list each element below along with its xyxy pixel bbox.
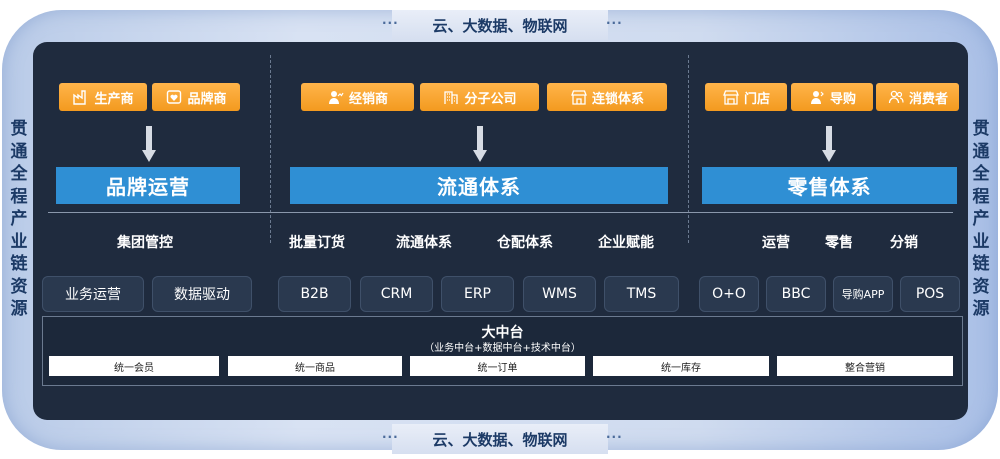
chip-label: 连锁体系 xyxy=(591,91,644,107)
column-divider xyxy=(688,55,689,243)
head-retail-system: 零售体系 xyxy=(702,167,957,204)
system-box: 业务运营 xyxy=(42,276,144,312)
capability-box: 整合营销 xyxy=(777,356,953,376)
chip-label: 分子公司 xyxy=(464,91,517,107)
top-banner: 云、大数据、物联网 xyxy=(392,10,608,40)
system-box: 导购APP xyxy=(833,276,893,312)
bottom-dots-right: ··· xyxy=(606,430,623,444)
storefront-icon xyxy=(570,88,588,106)
chip-shopping-guide: 导购 xyxy=(791,83,873,111)
chip-brand-owner: 品牌商 xyxy=(152,83,240,111)
function-label: 仓配体系 xyxy=(497,235,553,251)
chip-label: 消费者 xyxy=(908,91,948,107)
system-box: ERP xyxy=(441,276,514,312)
factory-icon xyxy=(72,88,90,106)
chip-label: 导购 xyxy=(829,91,856,107)
side-label-right: 贯通全程产业链资源 xyxy=(972,119,990,319)
system-box: CRM xyxy=(360,276,433,312)
down-arrow-icon xyxy=(473,126,487,162)
store-icon xyxy=(722,88,740,106)
chip-label: 生产商 xyxy=(94,91,134,107)
capability-box: 统一商品 xyxy=(228,356,402,376)
system-box: TMS xyxy=(604,276,679,312)
chip-label: 品牌商 xyxy=(187,91,227,107)
function-label: 零售 xyxy=(825,235,853,251)
heart-shield-icon xyxy=(165,88,183,106)
function-label: 流通体系 xyxy=(396,235,452,251)
function-label: 分销 xyxy=(890,235,918,251)
building-icon xyxy=(442,88,460,106)
function-label: 批量订货 xyxy=(289,235,345,251)
chip-distributor: 经销商 xyxy=(301,83,414,111)
capability-box: 统一会员 xyxy=(49,356,219,376)
bottom-banner: 云、大数据、物联网 xyxy=(392,424,608,454)
horizontal-divider xyxy=(48,212,953,213)
down-arrow-icon xyxy=(142,126,156,162)
capability-box: 统一订单 xyxy=(410,356,585,376)
chip-chain-system: 连锁体系 xyxy=(547,83,667,111)
chip-store: 门店 xyxy=(705,83,787,111)
capability-box: 统一库存 xyxy=(593,356,769,376)
side-label-left: 贯通全程产业链资源 xyxy=(10,119,28,319)
system-box: POS xyxy=(900,276,960,312)
platform-subtitle: （业务中台+数据中台+技术中台） xyxy=(424,343,581,354)
system-box: 数据驱动 xyxy=(152,276,252,312)
top-dots-left: ··· xyxy=(382,16,399,30)
chip-consumer: 消费者 xyxy=(876,83,959,111)
system-box: BBC xyxy=(766,276,826,312)
column-divider xyxy=(270,55,271,243)
head-brand-operation: 品牌运营 xyxy=(56,167,240,204)
head-circulation-system: 流通体系 xyxy=(290,167,668,204)
chip-label: 门店 xyxy=(743,91,770,107)
system-box: O+O xyxy=(699,276,759,312)
top-dots-right: ··· xyxy=(606,16,623,30)
person-chart-icon xyxy=(327,88,345,106)
chip-manufacturer: 生产商 xyxy=(59,83,147,111)
function-label: 运营 xyxy=(762,235,790,251)
users-icon xyxy=(887,88,905,106)
down-arrow-icon xyxy=(822,126,836,162)
system-box: WMS xyxy=(523,276,596,312)
chip-subsidiary: 分子公司 xyxy=(420,83,539,111)
system-box: B2B xyxy=(278,276,351,312)
bottom-dots-left: ··· xyxy=(382,430,399,444)
guide-person-icon xyxy=(808,88,826,106)
function-label: 企业赋能 xyxy=(598,235,654,251)
chip-label: 经销商 xyxy=(348,91,388,107)
function-label: 集团管控 xyxy=(117,235,173,251)
